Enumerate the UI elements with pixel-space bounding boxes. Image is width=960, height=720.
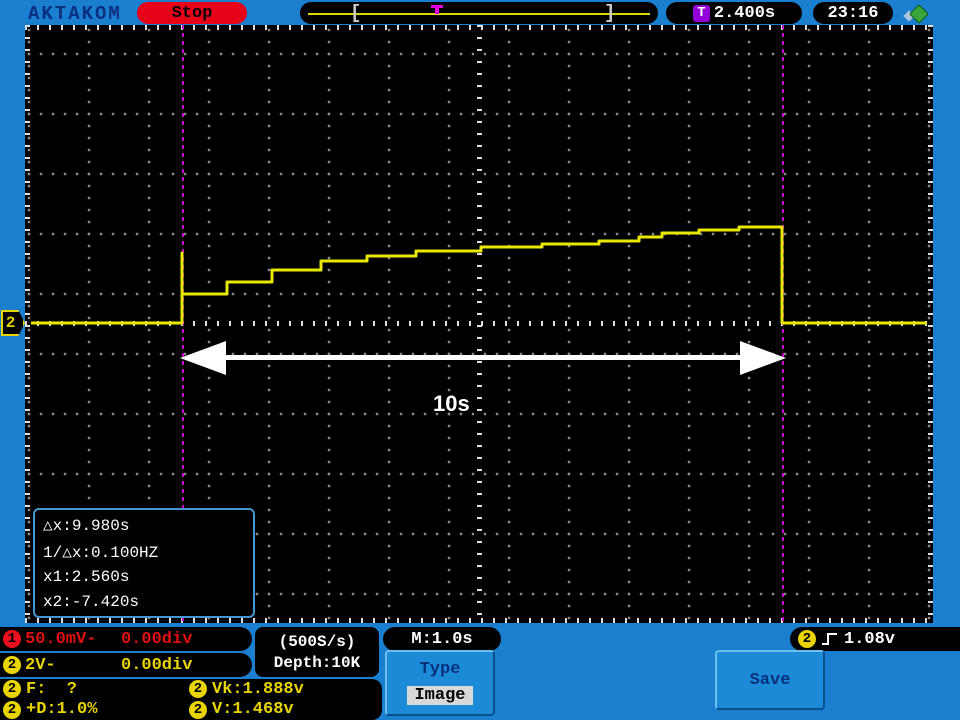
measurement-value: Vk:1.888v	[212, 679, 304, 699]
channel1-scale: 50.0mV-	[25, 629, 97, 649]
measurement-channel-badge-icon: 2	[3, 700, 21, 719]
arrow-duration-label: 10s	[433, 391, 470, 416]
clock-badge: 23:16	[813, 2, 893, 24]
channel2-offset: 0.00div	[121, 655, 193, 675]
memory-right-bracket-icon: ]	[604, 2, 616, 24]
trigger-time-badge: T 2.400s	[666, 2, 802, 24]
save-button-label: Save	[749, 670, 791, 690]
type-button-label: Type	[419, 660, 461, 679]
channel2-ground-marker[interactable]: 2	[1, 310, 25, 336]
trigger-level-badge: 2 1.08v	[790, 627, 960, 651]
memory-position-bar: [ ]	[300, 2, 658, 24]
measurements-box: 2 F: ? 2 Vk:1.888v 2 +D:1.0% 2 V:1.468v	[0, 679, 382, 720]
waveform-display: 10s △x:9.980s 1/△x:0.100HZ x1:2.560s x2:…	[25, 25, 933, 623]
trigger-level-value: 1.08v	[844, 629, 896, 649]
sample-rate: (500S/s)	[278, 632, 356, 651]
rising-edge-icon	[822, 633, 837, 645]
waveform-path	[31, 225, 927, 325]
save-button[interactable]: Save	[715, 650, 825, 710]
brand-logo: AKTAKOM	[28, 3, 122, 25]
arrow-shaft	[221, 355, 745, 360]
inverse-delta-x-value: 1/△x:0.100HZ	[43, 543, 159, 562]
channel1-status: 1 50.0mV- 0.00div	[0, 627, 252, 651]
measurement-v: 2 V:1.468v	[189, 700, 375, 719]
measurement-channel-badge-icon: 2	[189, 680, 207, 699]
memory-left-bracket-icon: [	[350, 2, 362, 24]
measurement-value: V:1.468v	[212, 700, 294, 720]
memory-depth: Depth:10K	[273, 653, 361, 672]
measurement-vk: 2 Vk:1.888v	[189, 680, 375, 699]
arrow-left-head-icon	[180, 341, 226, 375]
cursor-x1-value: x1:2.560s	[43, 568, 130, 587]
run-state-badge: Stop	[137, 2, 247, 24]
measurement-channel-badge-icon: 2	[189, 700, 207, 719]
channel2-badge-icon: 2	[3, 656, 21, 674]
cursor-readout-box: △x:9.980s 1/△x:0.100HZ x1:2.560s x2:-7.4…	[33, 508, 255, 618]
channel1-badge-icon: 1	[3, 630, 21, 648]
channel2-scale: 2V-	[25, 655, 56, 675]
usb-icon	[903, 3, 931, 24]
delta-x-value: △x:9.980s	[43, 517, 130, 536]
trigger-time-value: 2.400s	[713, 3, 776, 23]
channel1-offset: 0.00div	[121, 629, 193, 649]
type-button[interactable]: Type Image	[385, 650, 495, 716]
measurement-value: +D:1.0%	[26, 700, 98, 720]
measurement-channel-badge-icon: 2	[3, 680, 21, 699]
cursor-x2-value: x2:-7.420s	[43, 592, 140, 611]
measurement-value: F: ?	[26, 679, 78, 699]
arrow-right-head-icon	[740, 341, 786, 375]
trigger-t-icon: T	[692, 4, 710, 22]
trigger-source-badge-icon: 2	[798, 630, 816, 648]
measurement-duty: 2 +D:1.0%	[3, 700, 189, 719]
acquisition-info-box: (500S/s) Depth:10K	[255, 627, 379, 677]
trigger-position-icon	[431, 5, 443, 14]
channel2-status: 2 2V- 0.00div	[0, 653, 252, 677]
type-selected-value[interactable]: Image	[407, 686, 473, 705]
oscilloscope-screen: AKTAKOM Stop [ ] T 2.400s 23:16 10s △x:9…	[0, 0, 960, 720]
timebase-badge: M:1.0s	[383, 627, 501, 651]
measurement-frequency: 2 F: ?	[3, 680, 189, 699]
usb-body-part	[909, 4, 929, 24]
